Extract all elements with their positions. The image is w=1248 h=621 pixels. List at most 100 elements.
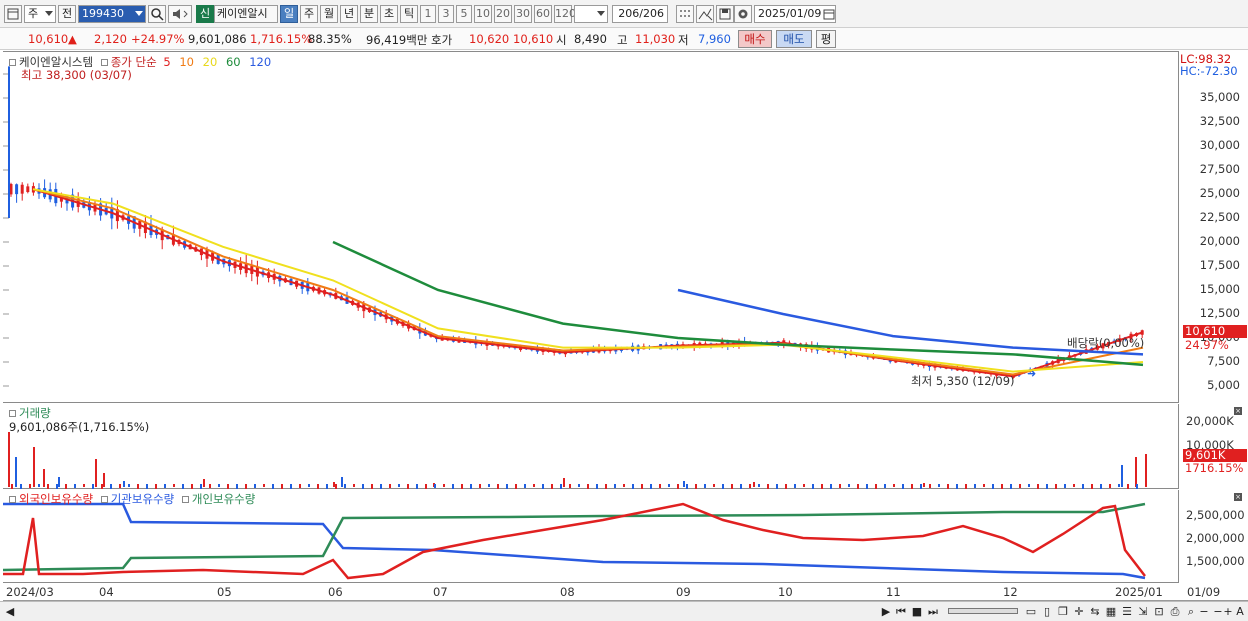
period-button-tick[interactable]: 틱 bbox=[400, 5, 418, 23]
volume-bar bbox=[938, 484, 940, 487]
calendar-icon[interactable] bbox=[823, 8, 835, 20]
zoom-slider[interactable] bbox=[948, 608, 1018, 614]
period-button-second[interactable]: 초 bbox=[380, 5, 398, 23]
ownership-chart-pane[interactable]: 외국인보유수량 기관보유수량 개인보유수량 bbox=[3, 490, 1179, 583]
buy-button[interactable]: 매수 bbox=[738, 30, 772, 48]
zoom-in-icon[interactable]: + bbox=[1222, 605, 1234, 619]
period-button-year[interactable]: 년 bbox=[340, 5, 358, 23]
low-note: 최저 5,350 (12/09) bbox=[911, 374, 1015, 388]
period-button-week[interactable]: 주 bbox=[300, 5, 318, 23]
period-button-minute[interactable]: 분 bbox=[360, 5, 378, 23]
gear-icon[interactable] bbox=[734, 5, 752, 23]
sound-icon[interactable] bbox=[168, 5, 192, 23]
zoom-search-icon[interactable]: ⌕ bbox=[1184, 605, 1198, 619]
sell-button[interactable]: 매도 bbox=[776, 30, 812, 48]
period-unit-select[interactable]: 주 bbox=[24, 5, 56, 23]
scroll-left-icon[interactable]: ◀ bbox=[4, 605, 16, 619]
volume-bar bbox=[74, 484, 76, 488]
legend-foreign: 외국인보유수량 bbox=[19, 492, 94, 506]
volume-bar bbox=[203, 479, 205, 487]
ma-legend-20: 20 bbox=[202, 55, 218, 69]
pane-toggle-icon[interactable] bbox=[9, 410, 16, 417]
search-icon[interactable] bbox=[148, 5, 166, 23]
volume-bar bbox=[722, 484, 724, 489]
average-button[interactable]: 평 bbox=[816, 30, 836, 48]
stop-icon[interactable]: ■ bbox=[910, 605, 924, 619]
institution-toggle-icon[interactable] bbox=[100, 496, 108, 503]
compare-icon[interactable]: ⇆ bbox=[1088, 605, 1102, 619]
export-icon[interactable]: ⇲ bbox=[1136, 605, 1150, 619]
layout-icon[interactable]: ▭ bbox=[1024, 605, 1038, 619]
stock-name-field[interactable]: 케이엔알시 bbox=[214, 5, 278, 23]
interval-button-3[interactable]: 3 bbox=[438, 5, 454, 23]
volume-bar bbox=[488, 484, 490, 487]
volume-bar bbox=[753, 482, 755, 487]
lock-icon[interactable]: ⊡ bbox=[1152, 605, 1166, 619]
volume-bar bbox=[668, 484, 670, 487]
period-button-month[interactable]: 월 bbox=[320, 5, 338, 23]
interval-button-1[interactable]: 1 bbox=[420, 5, 436, 23]
foreign-toggle-icon[interactable] bbox=[9, 496, 16, 503]
rewind-icon[interactable]: ⏮ bbox=[894, 605, 908, 619]
last-price-tag: 10,610 bbox=[1183, 325, 1247, 338]
date-field[interactable]: 2025/01/09 bbox=[754, 5, 836, 23]
zoom-out-icon[interactable]: − bbox=[1198, 605, 1210, 619]
close-icon[interactable]: × bbox=[1234, 407, 1242, 415]
ma-toggle-icon[interactable] bbox=[100, 59, 108, 66]
crosshair-icon[interactable]: ✛ bbox=[1072, 605, 1086, 619]
stock-code-input[interactable]: 199430 bbox=[78, 5, 146, 23]
scroll-right-icon[interactable]: ▶ bbox=[880, 605, 892, 619]
close-icon[interactable]: × bbox=[1234, 493, 1242, 501]
volume-bar bbox=[992, 484, 994, 489]
volume-bar bbox=[33, 447, 35, 487]
up-triangle-icon: ▲ bbox=[68, 32, 77, 46]
interval-select[interactable] bbox=[574, 5, 608, 23]
window-icon[interactable] bbox=[4, 5, 22, 23]
volume-bar bbox=[848, 484, 850, 487]
current-price: 10,610 bbox=[28, 32, 69, 46]
price-tick-label: 7,500 bbox=[1207, 354, 1240, 368]
pane-toggle-icon[interactable] bbox=[9, 59, 16, 66]
volume-bar bbox=[353, 484, 355, 487]
ownership-axis: × 2,500,000 2,000,000 1,500,000 bbox=[1180, 490, 1248, 583]
volume-pct: 1,716.15% bbox=[250, 32, 313, 46]
prev-button[interactable]: 전 bbox=[58, 5, 76, 23]
volume-bar bbox=[191, 484, 193, 489]
price-change-pct: +24.97% bbox=[131, 32, 185, 46]
chart-scrollbar[interactable]: ◀ ▶ ⏮ ■ ⏭ ▭ ▯ ❐ ✛ ⇆ ▦ ☰ ⇲ ⊡ ⎙ ⌕ − − + A bbox=[0, 601, 1248, 621]
volume-bar bbox=[398, 484, 400, 487]
volume-bar bbox=[254, 484, 256, 488]
volume-bar bbox=[965, 484, 967, 489]
individual-toggle-icon[interactable] bbox=[181, 496, 189, 503]
volume-bar bbox=[884, 484, 886, 488]
interval-button-120[interactable]: 120 bbox=[554, 5, 576, 23]
draw-line-icon[interactable] bbox=[696, 5, 714, 23]
volume-bar bbox=[1109, 484, 1111, 488]
price-tick-label: 15,000 bbox=[1199, 282, 1240, 296]
interval-button-60[interactable]: 60 bbox=[534, 5, 552, 23]
interval-button-20[interactable]: 20 bbox=[494, 5, 512, 23]
period-button-day[interactable]: 일 bbox=[280, 5, 298, 23]
grid-dots-icon[interactable] bbox=[676, 5, 694, 23]
save-icon[interactable] bbox=[716, 5, 734, 23]
date-label: 08 bbox=[560, 585, 575, 599]
copy-icon[interactable]: ❐ bbox=[1056, 605, 1070, 619]
data-count-field[interactable]: 206/206 bbox=[612, 5, 668, 23]
price-chart-pane[interactable]: 케이엔알시스템 종가 단순 5 10 20 60 120 최고 38,300 (… bbox=[3, 51, 1179, 403]
fast-forward-icon[interactable]: ⏭ bbox=[926, 605, 940, 619]
volume-bar bbox=[875, 484, 877, 489]
grid-icon[interactable]: ▦ bbox=[1104, 605, 1118, 619]
list-icon[interactable]: ☰ bbox=[1120, 605, 1134, 619]
font-size-icon[interactable]: A bbox=[1234, 605, 1246, 619]
interval-button-30[interactable]: 30 bbox=[514, 5, 532, 23]
volume-bar bbox=[1145, 454, 1147, 487]
volume-bar bbox=[758, 484, 760, 487]
interval-button-10[interactable]: 10 bbox=[474, 5, 492, 23]
volume-bar bbox=[1082, 484, 1084, 489]
split-icon[interactable]: ▯ bbox=[1040, 605, 1054, 619]
volume-chart-pane[interactable]: 거래량 9,601,086주(1,716.15%) bbox=[3, 404, 1179, 489]
interval-button-5[interactable]: 5 bbox=[456, 5, 472, 23]
print-icon[interactable]: ⎙ bbox=[1168, 605, 1182, 619]
volume-bar bbox=[128, 484, 130, 487]
volume-bar bbox=[317, 484, 319, 489]
